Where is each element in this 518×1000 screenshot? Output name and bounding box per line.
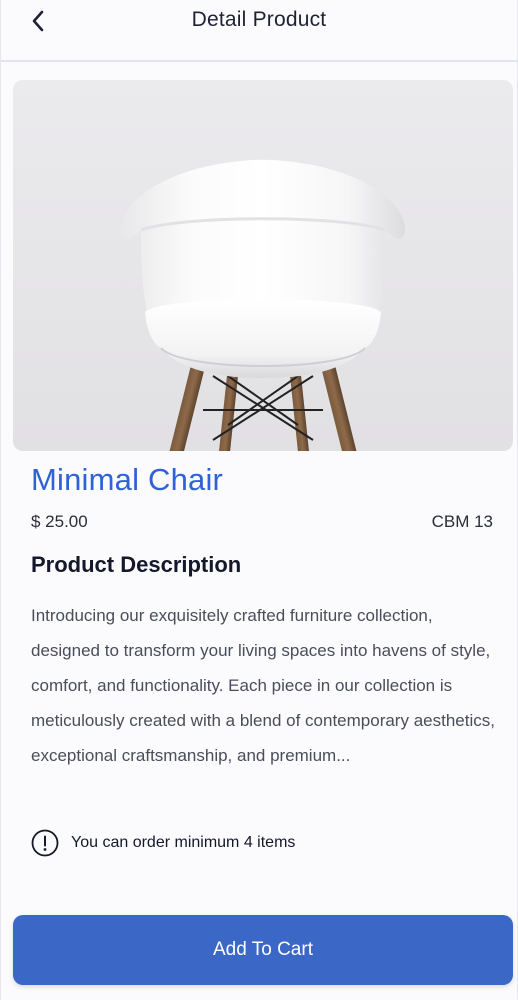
description-heading: Product Description xyxy=(31,552,242,577)
page-title: Detail Product xyxy=(191,8,327,31)
min-order-notice: You can order minimum 4 items xyxy=(31,827,295,859)
app-screen: Detail Product Minimal Chair $ 25.00 CBM… xyxy=(0,0,518,1000)
min-order-text: You can order minimum 4 items xyxy=(71,834,296,851)
top-app-bar: Detail Product xyxy=(1,0,517,62)
product-cbm: CBM 13 xyxy=(431,512,493,531)
chair-illustration xyxy=(13,80,513,451)
exclamation-circle-icon xyxy=(31,829,59,857)
description-text: Introducing our exquisitely crafted furn… xyxy=(31,606,495,765)
product-price: $ 25.00 xyxy=(31,512,88,531)
add-to-cart-button[interactable]: Add To Cart xyxy=(13,915,513,985)
product-image xyxy=(13,80,513,451)
product-name: Minimal Chair xyxy=(31,462,224,497)
